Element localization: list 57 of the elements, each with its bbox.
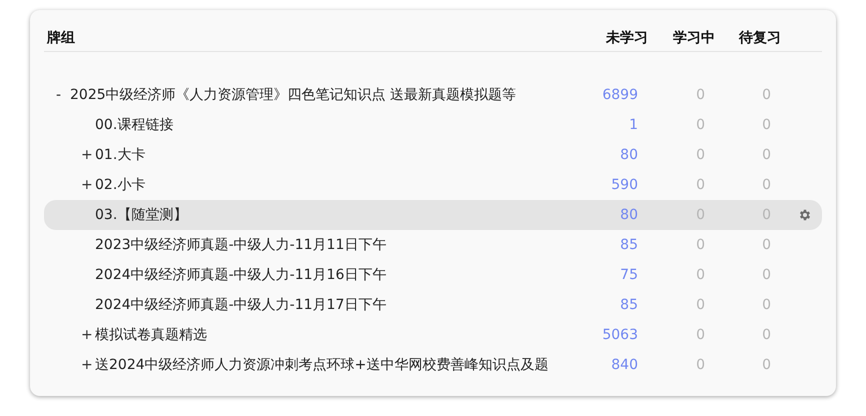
learning-count: 0	[695, 116, 706, 134]
deck-name[interactable]: 送2024中级经济师人力资源冲刺考点环球+送中华网校费善峰知识点及题	[95, 354, 548, 376]
new-count: 85	[619, 236, 639, 254]
deck-name[interactable]: 00.课程链接	[95, 114, 174, 136]
column-header: 学习中	[672, 29, 716, 48]
column-header: 未学习	[604, 29, 649, 48]
deck-row[interactable]: 00.课程链接 1 0 0	[44, 110, 822, 140]
deck-name[interactable]: 2023中级经济师真题-中级人力-11月11日下午	[95, 234, 386, 256]
review-count: 0	[761, 146, 772, 164]
deck-name[interactable]: 2024中级经济师真题-中级人力-11月17日下午	[95, 294, 386, 316]
column-header: 待复习	[738, 29, 782, 48]
new-count: 75	[619, 266, 639, 284]
deck-name[interactable]: 02.小卡	[95, 174, 146, 196]
review-count: 0	[761, 86, 772, 104]
deck-name[interactable]: 01.大卡	[95, 144, 146, 166]
expand-toggle[interactable]: -	[56, 86, 62, 102]
learning-count: 0	[695, 296, 706, 314]
learning-count: 0	[695, 146, 706, 164]
deck-row[interactable]: - 2025中级经济师《人力资源管理》四色笔记知识点 送最新真题模拟题等 6899 0 0	[44, 80, 822, 110]
deck-name[interactable]: 2025中级经济师《人力资源管理》四色笔记知识点 送最新真题模拟题等	[70, 84, 516, 106]
expand-toggle[interactable]: +	[81, 326, 93, 342]
settings-icon[interactable]	[798, 208, 812, 222]
new-count: 80	[619, 146, 639, 164]
new-count: 85	[619, 296, 639, 314]
learning-count: 0	[695, 356, 706, 374]
review-count: 0	[761, 296, 772, 314]
deck-name[interactable]: 2024中级经济师真题-中级人力-11月16日下午	[95, 264, 386, 286]
review-count: 0	[761, 116, 772, 134]
expand-toggle[interactable]: +	[81, 356, 93, 372]
review-count: 0	[761, 356, 772, 374]
learning-count: 0	[695, 176, 706, 194]
deck-name[interactable]: 模拟试卷真题精选	[95, 324, 207, 346]
new-count: 840	[610, 356, 639, 374]
deck-row[interactable]: 2024中级经济师真题-中级人力-11月17日下午 85 0 0	[44, 290, 822, 320]
deck-name[interactable]: 03.【随堂测】	[95, 204, 188, 226]
review-count: 0	[761, 326, 772, 344]
new-count: 1	[628, 116, 639, 134]
deck-row[interactable]: 2023中级经济师真题-中级人力-11月11日下午 85 0 0	[44, 230, 822, 260]
deck-row[interactable]: + 01.大卡 80 0 0	[44, 140, 822, 170]
review-count: 0	[761, 236, 772, 254]
learning-count: 0	[695, 326, 706, 344]
deck-row[interactable]: + 送2024中级经济师人力资源冲刺考点环球+送中华网校费善峰知识点及题 840 0 0	[44, 350, 822, 380]
learning-count: 0	[695, 86, 706, 104]
expand-toggle[interactable]: +	[81, 176, 93, 192]
learning-count: 0	[695, 266, 706, 284]
review-count: 0	[761, 266, 772, 284]
deck-row[interactable]: + 02.小卡 590 0 0	[44, 170, 822, 200]
new-count: 6899	[601, 86, 639, 104]
new-count: 80	[619, 206, 639, 224]
new-count: 590	[610, 176, 639, 194]
deck-row[interactable]: + 模拟试卷真题精选 5063 0 0	[44, 320, 822, 350]
new-count: 5063	[601, 326, 639, 344]
learning-count: 0	[695, 236, 706, 254]
column-header: 牌组	[46, 29, 76, 48]
expand-toggle[interactable]: +	[81, 146, 93, 162]
review-count: 0	[761, 176, 772, 194]
deck-row[interactable]: 2024中级经济师真题-中级人力-11月16日下午 75 0 0	[44, 260, 822, 290]
